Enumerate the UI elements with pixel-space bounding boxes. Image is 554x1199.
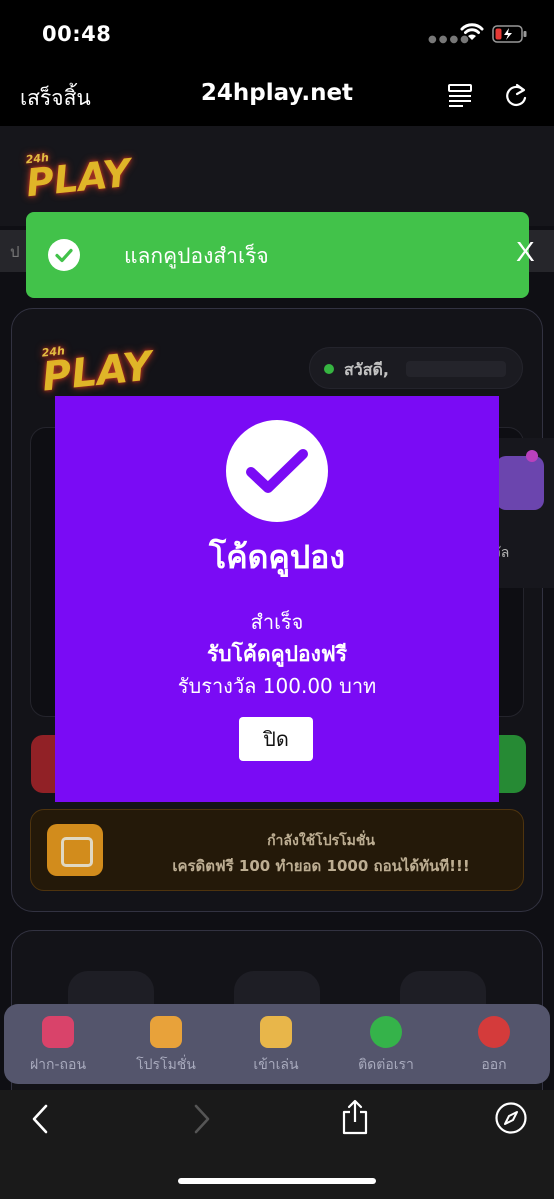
nav-label: เข้าเล่น bbox=[253, 1057, 299, 1073]
reader-view-icon[interactable] bbox=[447, 82, 473, 114]
check-circle-icon bbox=[48, 239, 80, 271]
site-bottom-nav: ฝาก-ถอน โปรโมชั่น เข้าเล่น ติดต่อเรา ออก bbox=[4, 1004, 550, 1084]
close-button[interactable]: ปิด bbox=[239, 717, 313, 761]
home-indicator bbox=[178, 1178, 376, 1184]
nav-play[interactable]: เข้าเล่น bbox=[226, 1014, 326, 1080]
status-time: 00:48 bbox=[42, 22, 112, 46]
nav-label: ฝาก-ถอน bbox=[29, 1057, 87, 1073]
checkmark-icon bbox=[226, 420, 328, 522]
coupon-success-modal: โค้ดคูปอง สำเร็จ รับโค้ดคูปองฟรี รับรางว… bbox=[55, 396, 499, 802]
nav-label: ติดต่อเรา bbox=[358, 1057, 414, 1073]
modal-reward-text: รับรางวัล 100.00 บาท bbox=[177, 674, 377, 698]
forward-icon[interactable] bbox=[188, 1102, 214, 1140]
nav-deposit-withdraw[interactable]: ฝาก-ถอน bbox=[8, 1014, 108, 1080]
browser-header: เสร็จสิ้น 24hplay.net bbox=[0, 68, 554, 126]
battery-icon bbox=[492, 24, 528, 48]
toast-message: แลกคูปองสำเร็จ bbox=[124, 244, 269, 268]
nav-label: โปรโมชั่น bbox=[136, 1057, 196, 1073]
nav-contact[interactable]: ติดต่อเรา bbox=[336, 1014, 436, 1080]
share-icon[interactable] bbox=[340, 1098, 370, 1140]
play-logo-icon bbox=[260, 1016, 292, 1048]
power-icon bbox=[478, 1016, 510, 1048]
modal-coupon-text: รับโค้ดคูปองฟรี bbox=[207, 642, 347, 666]
nav-promotions[interactable]: โปรโมชั่น bbox=[116, 1014, 216, 1080]
toast-close-button[interactable]: X bbox=[516, 236, 535, 268]
gift-icon bbox=[150, 1016, 182, 1048]
nav-label: ออก bbox=[481, 1057, 507, 1073]
nav-logout[interactable]: ออก bbox=[444, 1014, 544, 1080]
modal-title: โค้ดคูปอง bbox=[209, 538, 345, 576]
reload-icon[interactable] bbox=[503, 82, 529, 114]
wallet-icon bbox=[42, 1016, 74, 1048]
chat-icon bbox=[370, 1016, 402, 1048]
modal-status-text: สำเร็จ bbox=[250, 610, 304, 634]
wifi-icon bbox=[459, 22, 485, 46]
compass-icon[interactable] bbox=[494, 1101, 528, 1139]
back-icon[interactable] bbox=[28, 1102, 54, 1140]
status-bar: 00:48 ●●●● bbox=[0, 0, 554, 68]
success-toast: แลกคูปองสำเร็จ X bbox=[26, 212, 535, 298]
